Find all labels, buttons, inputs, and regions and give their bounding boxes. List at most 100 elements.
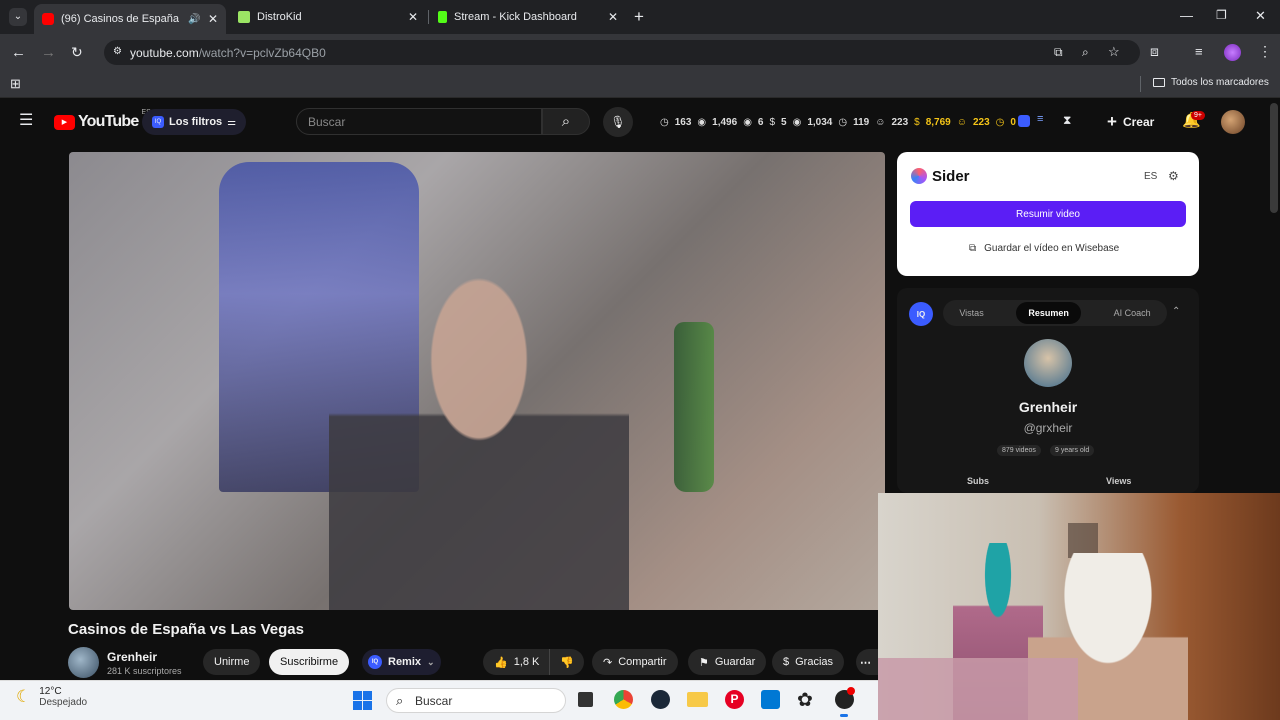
back-icon[interactable]: ← [11, 45, 26, 60]
share-icon: ↷ [603, 656, 613, 669]
address-bar[interactable]: ⚙ youtube.com/watch?v=pclvZb64QB0 ⧉ ⌕ ☆ [104, 40, 1140, 65]
search-placeholder: Buscar [308, 114, 346, 129]
channel-name[interactable]: Grenheir [107, 650, 157, 664]
clock-icon: ◷ [660, 116, 669, 128]
user-icon: ☺ [875, 116, 886, 128]
create-button[interactable]: + Crear [1107, 112, 1154, 132]
bed [878, 658, 1078, 720]
iq-badge: IQ [909, 302, 933, 326]
task-view-icon[interactable] [578, 692, 593, 707]
subscriber-count: 281 K suscriptores [107, 666, 182, 676]
tab-title: (96) Casinos de España vs L [61, 13, 181, 25]
distrokid-favicon-icon [238, 11, 250, 23]
more-menu-icon[interactable]: ⋮ [1258, 44, 1272, 58]
maximize-icon[interactable]: ❐ [1216, 9, 1227, 21]
summarize-video-button[interactable]: Resumir video [910, 201, 1186, 227]
taskbar-search[interactable]: ⌕ Buscar [386, 688, 566, 713]
youtube-favicon-icon [42, 13, 54, 25]
thanks-label: Gracias [795, 656, 834, 668]
remix-label: Remix [388, 656, 422, 668]
settings-gear-icon[interactable]: ⚙ [1168, 169, 1179, 183]
all-bookmarks[interactable]: Todos los marcadores [1153, 77, 1269, 88]
like-button[interactable]: 👍 1,8 K [483, 649, 551, 675]
new-tab-button[interactable]: + [634, 8, 644, 25]
video-player[interactable] [69, 152, 885, 610]
remix-button[interactable]: IQ Remix ⌄ [362, 649, 441, 675]
all-bookmarks-label: Todos los marcadores [1171, 77, 1269, 88]
weather-widget[interactable]: ☾ 12°C Despejado [16, 686, 87, 708]
tab-resumen[interactable]: Resumen [1016, 302, 1081, 324]
page-scrollbar[interactable] [1270, 103, 1278, 213]
store-icon[interactable] [761, 690, 780, 709]
voice-search-button[interactable]: 🎙 [603, 107, 633, 137]
speaker-icon[interactable]: 🔊 [188, 14, 200, 25]
summarize-label: Resumir video [1016, 208, 1080, 220]
search-button[interactable]: ⌕ [542, 108, 590, 135]
stat-value: 163 [674, 116, 692, 128]
share-button[interactable]: ↷ Compartir [592, 649, 678, 675]
channel-avatar[interactable] [68, 647, 99, 678]
join-button[interactable]: Unirme [203, 649, 261, 675]
pinterest-icon[interactable]: P [725, 690, 744, 709]
file-explorer-icon[interactable] [687, 692, 708, 707]
chatgpt-icon[interactable]: ✿ [797, 689, 813, 712]
cast-icon[interactable]: ⧉ [1054, 45, 1063, 60]
chrome-icon[interactable] [614, 690, 633, 709]
sider-lang[interactable]: ES [1144, 171, 1157, 182]
iq-extension-icon[interactable] [1018, 115, 1030, 127]
more-icon: ⋯ [860, 656, 871, 669]
tab-vistas[interactable]: Vistas [959, 308, 983, 318]
tab-distrokid[interactable]: DistroKid ✕ [230, 4, 426, 30]
menu-hamburger-icon[interactable]: ☰ [19, 113, 33, 129]
save-wisebase-button[interactable]: ⧉ Guardar el vídeo en Wisebase [969, 243, 1119, 254]
hourglass-icon[interactable]: ⧗ [1063, 114, 1071, 126]
stat-value: 1,034 [807, 116, 833, 128]
user-icon: ☺ [956, 116, 967, 128]
coin-icon: $ [914, 116, 920, 128]
mic-icon: 🎙 [610, 115, 626, 129]
close-window-icon[interactable]: ✕ [1255, 9, 1266, 22]
iq-icon: IQ [368, 655, 382, 669]
tab-search-icon[interactable]: ⌄ [9, 8, 27, 26]
profile-avatar[interactable] [1224, 44, 1241, 61]
person-figure [329, 252, 629, 610]
clock-icon: ◷ [995, 116, 1005, 128]
close-icon[interactable]: ✕ [608, 10, 618, 24]
collapse-chevron-icon[interactable]: ⌃ [1172, 306, 1180, 317]
youtube-logo[interactable]: ▶ YouTube ES [54, 109, 151, 131]
site-info-icon[interactable]: ⚙ [113, 46, 122, 57]
extensions-icon[interactable]: ⧈ [1150, 44, 1159, 58]
eye-icon: ◉ [743, 116, 752, 128]
forward-icon[interactable]: → [41, 45, 56, 60]
save-button[interactable]: ⚑ Guardar [688, 649, 767, 675]
apps-grid-icon[interactable]: ⊞ [10, 77, 21, 90]
close-icon[interactable]: ✕ [208, 12, 218, 26]
sliders-icon: ⚌ [227, 116, 237, 128]
start-windows-icon[interactable] [353, 691, 372, 710]
chevron-down-icon: ⌄ [427, 656, 435, 667]
bookmark-star-icon[interactable]: ☆ [1108, 44, 1120, 60]
save-icon: ⧉ [969, 243, 977, 254]
age-chip: 9 years old [1050, 445, 1095, 456]
list-icon[interactable]: ≡ [1037, 114, 1043, 125]
steam-icon[interactable] [651, 690, 670, 709]
tab-kick[interactable]: Stream - Kick Dashboard ✕ [430, 4, 626, 30]
stat-value: 5 [781, 116, 787, 128]
filters-label: Los filtros [169, 116, 223, 128]
filters-pill[interactable]: IQ Los filtros ⚌ [142, 109, 247, 135]
minimize-icon[interactable]: — [1180, 9, 1193, 22]
account-avatar[interactable] [1221, 110, 1245, 134]
search-input[interactable]: Buscar [296, 108, 542, 135]
tab-youtube[interactable]: (96) Casinos de España vs L 🔊 ✕ [34, 4, 226, 34]
dislike-button[interactable]: 👎 [549, 649, 584, 675]
tab-ai-coach[interactable]: AI Coach [1114, 308, 1151, 318]
more-actions-button[interactable]: ⋯ [856, 649, 878, 675]
thanks-button[interactable]: $ Gracias [772, 649, 845, 675]
reload-icon[interactable]: ↻ [71, 45, 83, 59]
close-icon[interactable]: ✕ [408, 10, 418, 24]
reading-list-icon[interactable]: ≡ [1195, 45, 1203, 58]
zoom-icon[interactable]: ⌕ [1082, 45, 1089, 60]
iq-tab-bar: Vistas Resumen AI Coach [943, 300, 1167, 326]
channel-avatar [1024, 339, 1072, 387]
subscribe-button[interactable]: Suscribirme [269, 649, 350, 675]
